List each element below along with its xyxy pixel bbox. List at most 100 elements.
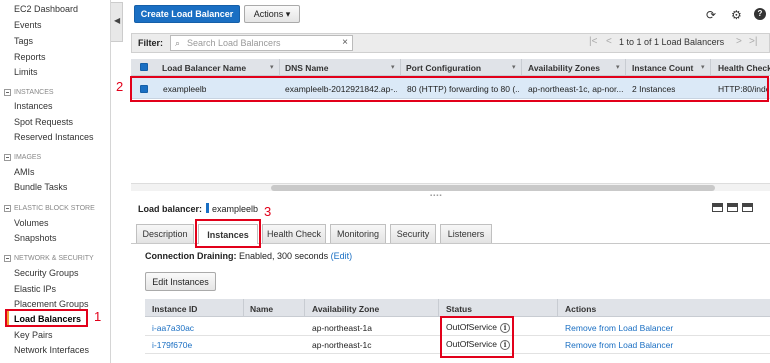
edit-instances-button[interactable]: Edit Instances [145, 272, 216, 291]
section-title: NETWORK & SECURITY [14, 255, 94, 262]
detail-value: exampleelb [212, 204, 259, 214]
sidebar-item-snapshots[interactable]: Snapshots [14, 233, 57, 243]
help-icon[interactable]: ? [754, 8, 766, 20]
draining-value: Enabled, 300 seconds [239, 251, 329, 261]
tab-security[interactable]: Security [390, 224, 436, 243]
panel-layout-icon[interactable] [712, 203, 723, 212]
col-header-instance-id: Instance ID [152, 304, 198, 314]
connection-draining: Connection Draining: Enabled, 300 second… [145, 251, 352, 261]
collapse-box-icon [4, 89, 11, 96]
first-page-icon[interactable]: |< [589, 36, 597, 47]
column-divider [557, 299, 558, 317]
sidebar-item-spot-requests[interactable]: Spot Requests [14, 117, 73, 127]
sidebar-item-security-groups[interactable]: Security Groups [14, 268, 79, 278]
sidebar-item-elastic-ips[interactable]: Elastic IPs [14, 284, 56, 294]
col-header-health-check[interactable]: Health Check [718, 63, 770, 73]
sidebar-item-tags[interactable]: Tags [14, 36, 33, 46]
sidebar-item-key-pairs[interactable]: Key Pairs [14, 330, 53, 340]
col-header-name[interactable]: Load Balancer Name [162, 63, 246, 73]
sidebar-item-network-interfaces[interactable]: Network Interfaces [14, 345, 89, 355]
collapse-box-icon [4, 154, 11, 161]
instance-id-link[interactable]: i-aa7a30ac [152, 323, 194, 333]
annotation-box-1 [5, 309, 88, 327]
sidebar-section-ebs[interactable]: ELASTIC BLOCK STORE [4, 205, 95, 212]
tab-monitoring[interactable]: Monitoring [330, 224, 386, 243]
column-divider [710, 59, 711, 76]
collapse-box-icon [4, 205, 11, 212]
gear-icon[interactable]: ⚙ [731, 8, 742, 22]
search-input[interactable]: ⌕ Search Load Balancers × [170, 35, 353, 51]
section-title: IMAGES [14, 154, 42, 161]
detail-title: Load balancer: exampleelb [138, 203, 258, 214]
col-header-dns[interactable]: DNS Name [285, 63, 328, 73]
create-load-balancer-button[interactable]: Create Load Balancer [134, 5, 240, 23]
scrollbar-thumb[interactable] [271, 185, 715, 191]
sort-caret-icon[interactable]: ▾ [512, 63, 516, 71]
col-header-instance-count[interactable]: Instance Count [632, 63, 693, 73]
sidebar-item-bundle-tasks[interactable]: Bundle Tasks [14, 182, 67, 192]
horizontal-scrollbar[interactable] [131, 183, 770, 191]
collapse-box-icon [4, 255, 11, 262]
sidebar-item-events[interactable]: Events [14, 20, 42, 30]
column-divider [279, 59, 280, 76]
tab-health-check[interactable]: Health Check [262, 224, 326, 243]
draining-label: Connection Draining: [145, 251, 237, 261]
sidebar-item-volumes[interactable]: Volumes [14, 218, 49, 228]
col-header-port[interactable]: Port Configuration [406, 63, 481, 73]
section-title: INSTANCES [14, 89, 54, 96]
column-divider [625, 59, 626, 76]
annotation-number-3: 3 [264, 204, 272, 219]
search-icon: ⌕ [175, 38, 181, 48]
sidebar-item-reports[interactable]: Reports [14, 52, 46, 62]
filter-label: Filter: [138, 38, 164, 48]
col-header-name: Name [250, 304, 274, 314]
pager-text: 1 to 1 of 1 Load Balancers [619, 37, 725, 47]
col-header-availability-zone: Availability Zone [312, 304, 380, 314]
sidebar-item-limits[interactable]: Limits [14, 67, 38, 77]
col-header-actions: Actions [565, 304, 597, 314]
col-header-zones[interactable]: Availability Zones [528, 63, 600, 73]
sidebar-section-images[interactable]: IMAGES [4, 154, 41, 161]
sidebar-item-amis[interactable]: AMIs [14, 167, 35, 177]
column-divider [438, 299, 439, 317]
remove-instance-link[interactable]: Remove from Load Balancer [565, 340, 673, 350]
actions-dropdown-button[interactable]: Actions ▾ [244, 5, 300, 23]
column-divider [400, 59, 401, 76]
panel-layout-icon[interactable] [727, 203, 738, 212]
clear-icon[interactable]: × [342, 37, 348, 48]
collapse-left-icon: ◀ [114, 16, 121, 25]
annotation-box-2 [130, 76, 769, 102]
instance-zone-cell: ap-northeast-1a [312, 323, 373, 333]
sidebar-section-instances[interactable]: INSTANCES [4, 89, 54, 96]
annotation-box-3 [195, 219, 261, 248]
panel-splitter-icon[interactable]: ▪▪▪▪ [430, 193, 443, 199]
next-page-icon[interactable]: > [736, 36, 742, 47]
column-divider [521, 59, 522, 76]
refresh-icon[interactable]: ⟳ [706, 8, 716, 22]
lb-color-chip [206, 203, 210, 213]
search-placeholder: Search Load Balancers [187, 38, 281, 48]
sidebar-item-instances[interactable]: Instances [14, 101, 53, 111]
select-all-checkbox[interactable] [140, 63, 148, 71]
col-header-status: Status [446, 304, 472, 314]
prev-page-icon[interactable]: < [606, 36, 612, 47]
sort-caret-icon[interactable]: ▾ [616, 63, 620, 71]
annotation-box-status [440, 316, 514, 358]
sidebar-section-network-security[interactable]: NETWORK & SECURITY [4, 255, 94, 262]
sort-caret-icon[interactable]: ▾ [270, 63, 274, 71]
last-page-icon[interactable]: >| [749, 36, 757, 47]
sort-caret-icon[interactable]: ▾ [701, 63, 705, 71]
instance-id-link[interactable]: i-179f670e [152, 340, 192, 350]
edit-draining-link[interactable]: (Edit) [331, 251, 353, 261]
panel-layout-icon[interactable] [742, 203, 753, 212]
tab-listeners[interactable]: Listeners [440, 224, 492, 243]
sidebar-collapse-button[interactable]: ◀ [111, 2, 123, 42]
tab-description[interactable]: Description [136, 224, 194, 243]
sort-caret-icon[interactable]: ▾ [391, 63, 395, 71]
annotation-number-2: 2 [116, 79, 124, 94]
sidebar-item-reserved-instances[interactable]: Reserved Instances [14, 132, 94, 142]
remove-instance-link[interactable]: Remove from Load Balancer [565, 323, 673, 333]
sidebar-item-ec2-dashboard[interactable]: EC2 Dashboard [14, 4, 78, 14]
sidebar-item-placement-groups[interactable]: Placement Groups [14, 299, 89, 309]
column-divider [243, 299, 244, 317]
